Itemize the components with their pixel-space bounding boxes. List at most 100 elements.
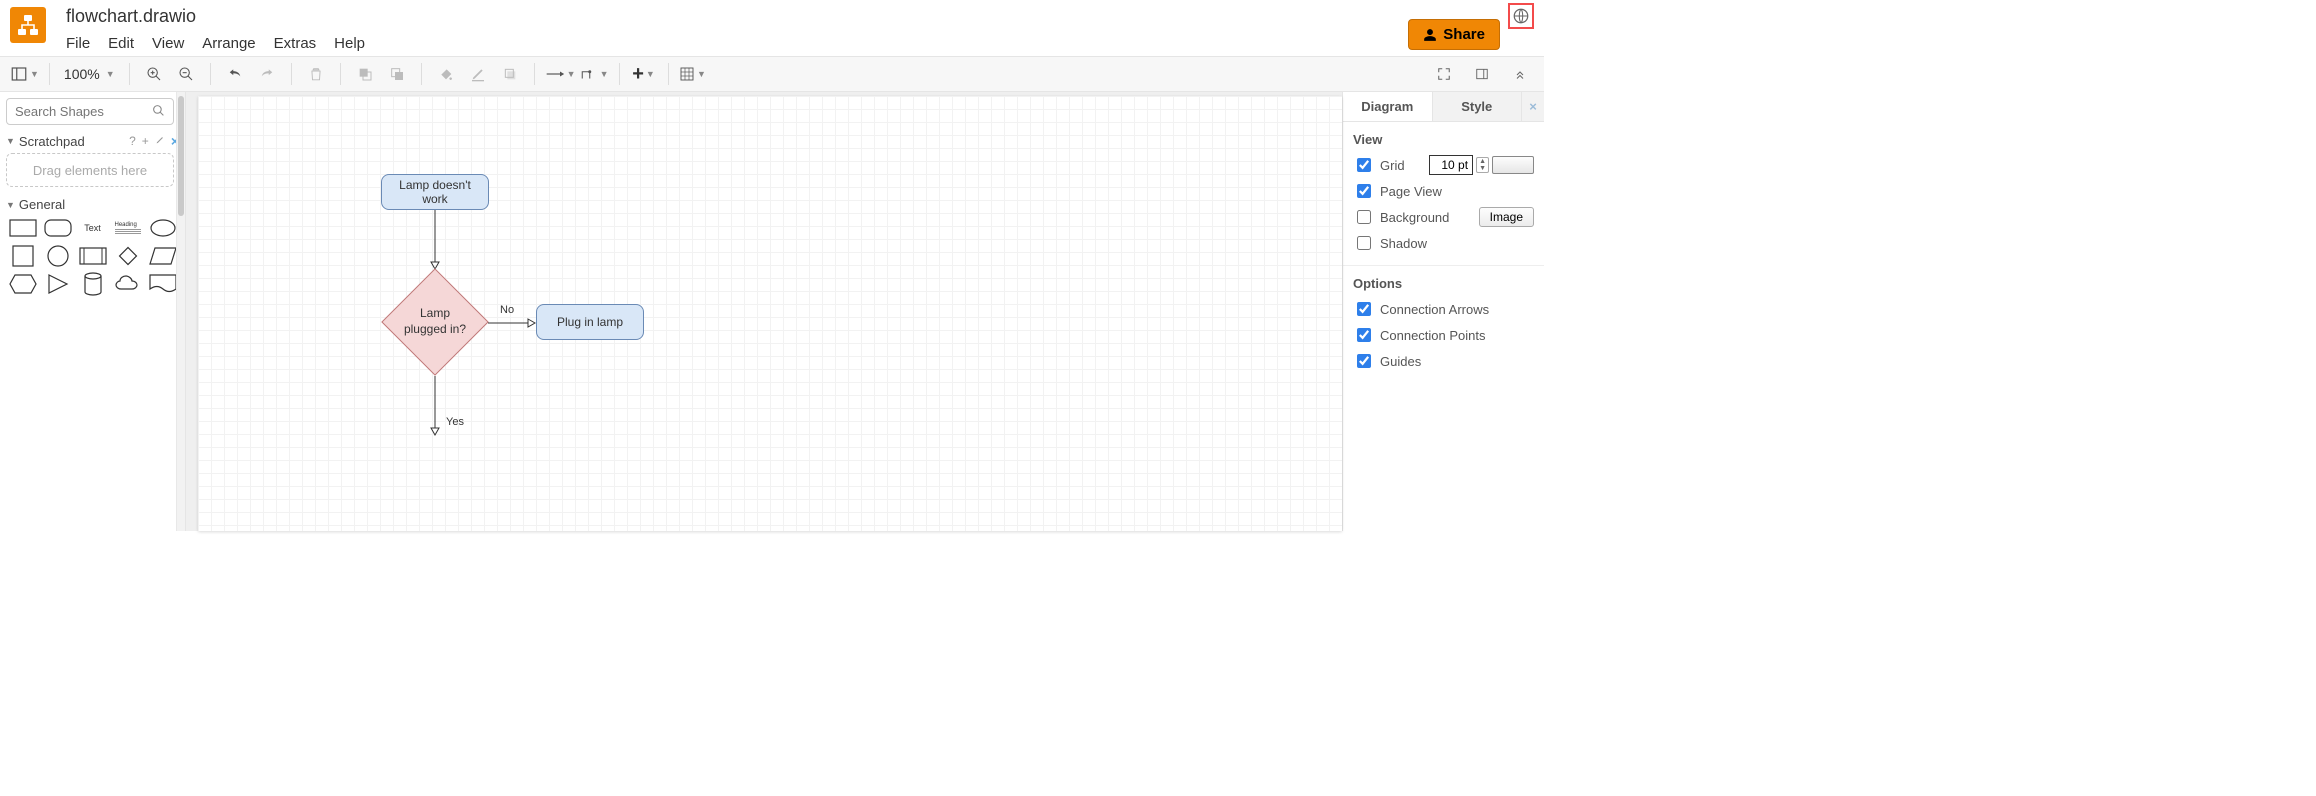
general-header[interactable]: ▼ General (6, 197, 179, 212)
waypoint-style-button[interactable]: ▼ (580, 60, 609, 88)
redo-button[interactable] (253, 60, 281, 88)
menu-edit[interactable]: Edit (108, 35, 134, 52)
edge-start-to-decision[interactable] (433, 210, 437, 270)
edge-label-yes[interactable]: Yes (446, 416, 464, 428)
zoom-out-icon (178, 66, 194, 82)
edge-decision-down[interactable] (433, 376, 437, 436)
grid-size-input[interactable] (1429, 155, 1473, 175)
shape-square[interactable] (6, 244, 39, 268)
checkbox-connection-points[interactable] (1357, 328, 1371, 342)
redo-icon (259, 67, 275, 81)
shape-document[interactable] (146, 272, 179, 296)
shape-heading[interactable]: Heading (111, 216, 144, 240)
menu-help[interactable]: Help (334, 35, 365, 52)
scratchpad-dropzone[interactable]: Drag elements here (6, 153, 174, 187)
shape-hexagon[interactable] (6, 272, 39, 296)
connection-style-button[interactable]: ▼ (545, 60, 576, 88)
checkbox-page-view[interactable] (1357, 184, 1371, 198)
language-button[interactable] (1511, 6, 1531, 26)
sidebar-toggle-button[interactable]: ▼ (10, 60, 39, 88)
shape-ellipse[interactable] (146, 216, 179, 240)
shape-text[interactable]: Text (76, 216, 109, 240)
shape-parallelogram[interactable] (146, 244, 179, 268)
collapse-toolbar-button[interactable] (1506, 60, 1534, 88)
menu-extras[interactable]: Extras (274, 35, 317, 52)
globe-icon (1512, 7, 1530, 25)
paint-bucket-icon (438, 66, 454, 82)
canvas[interactable]: Lamp doesn't work Lampplugged in? No Plu… (186, 92, 1342, 531)
fill-color-button[interactable] (432, 60, 460, 88)
scratchpad-add[interactable]: + (142, 134, 149, 148)
stepper-down-icon[interactable]: ▼ (1477, 165, 1488, 172)
shape-cloud[interactable] (111, 272, 144, 296)
to-back-button[interactable] (383, 60, 411, 88)
fullscreen-button[interactable] (1430, 60, 1458, 88)
checkbox-grid[interactable] (1357, 158, 1371, 172)
menu-bar: File Edit View Arrange Extras Help (66, 35, 1408, 52)
tab-diagram[interactable]: Diagram (1343, 92, 1433, 121)
app-logo[interactable] (10, 7, 46, 43)
checkbox-shadow[interactable] (1357, 236, 1371, 250)
shape-cylinder[interactable] (76, 272, 109, 296)
zoom-select[interactable]: 100%▼ (60, 66, 119, 82)
label-connection-points: Connection Points (1380, 328, 1486, 343)
stepper-up-icon[interactable]: ▲ (1477, 158, 1488, 165)
scratchpad-help[interactable]: ? (129, 134, 136, 148)
section-options: Options Connection Arrows Connection Poi… (1343, 266, 1544, 383)
sidebar-scrollbar[interactable] (176, 92, 185, 531)
format-panel: Diagram Style × View Grid ▲▼ Page View B… (1342, 92, 1544, 531)
label-connection-arrows: Connection Arrows (1380, 302, 1489, 317)
sidebar-scrollbar-thumb[interactable] (178, 96, 184, 216)
shape-sidebar: ▼ Scratchpad ? + × Drag elements here ▼ … (0, 92, 186, 531)
format-panel-close[interactable]: × (1522, 92, 1544, 121)
delete-button[interactable] (302, 60, 330, 88)
edge-decision-to-plug[interactable] (488, 320, 536, 326)
undo-button[interactable] (221, 60, 249, 88)
grid-size-stepper[interactable]: ▲▼ (1476, 157, 1489, 173)
shape-triangle[interactable] (41, 272, 74, 296)
tab-style[interactable]: Style (1433, 92, 1523, 121)
node-lamp-doesnt-work[interactable]: Lamp doesn't work (381, 174, 489, 210)
arrow-icon (545, 69, 565, 79)
label-shadow: Shadow (1380, 236, 1427, 251)
node-decision-plugged-in[interactable]: Lampplugged in? (381, 268, 489, 376)
share-button[interactable]: Share (1408, 19, 1500, 50)
collapse-icon: ▼ (6, 200, 15, 210)
to-front-button[interactable] (351, 60, 379, 88)
menu-view[interactable]: View (152, 35, 184, 52)
search-icon[interactable] (152, 104, 165, 122)
shape-rounded-rectangle[interactable] (41, 216, 74, 240)
section-view: View Grid ▲▼ Page View BackgroundImage S… (1343, 122, 1544, 266)
zoom-out-button[interactable] (172, 60, 200, 88)
menu-file[interactable]: File (66, 35, 90, 52)
shadow-button[interactable] (496, 60, 524, 88)
edge-label-no[interactable]: No (500, 304, 514, 316)
shape-diamond[interactable] (111, 244, 144, 268)
zoom-in-button[interactable] (140, 60, 168, 88)
checkbox-background[interactable] (1357, 210, 1371, 224)
shape-circle[interactable] (41, 244, 74, 268)
grid-color-swatch[interactable] (1492, 156, 1534, 174)
checkbox-connection-arrows[interactable] (1357, 302, 1371, 316)
document-title[interactable]: flowchart.drawio (66, 5, 1408, 27)
scratchpad-edit[interactable] (155, 134, 165, 148)
app-header: flowchart.drawio File Edit View Arrange … (0, 0, 1544, 56)
shape-palette-general: Text Heading (6, 216, 184, 296)
search-shapes-input[interactable] (6, 98, 174, 125)
shape-process[interactable] (76, 244, 109, 268)
background-image-button[interactable]: Image (1479, 207, 1534, 227)
label-background: Background (1380, 210, 1449, 225)
shape-rectangle[interactable] (6, 216, 39, 240)
table-button[interactable]: ▼ (679, 60, 707, 88)
checkbox-guides[interactable] (1357, 354, 1371, 368)
format-panel-toggle[interactable] (1468, 60, 1496, 88)
node-plug-in-lamp[interactable]: Plug in lamp (536, 304, 644, 340)
general-title: General (19, 197, 179, 212)
main-area: ▼ Scratchpad ? + × Drag elements here ▼ … (0, 92, 1544, 531)
insert-button[interactable]: +▼ (630, 60, 658, 88)
pencil-icon (155, 135, 165, 145)
canvas-page[interactable]: Lamp doesn't work Lampplugged in? No Plu… (198, 96, 1342, 531)
line-color-button[interactable] (464, 60, 492, 88)
scratchpad-header[interactable]: ▼ Scratchpad ? + × (6, 133, 179, 149)
menu-arrange[interactable]: Arrange (202, 35, 255, 52)
